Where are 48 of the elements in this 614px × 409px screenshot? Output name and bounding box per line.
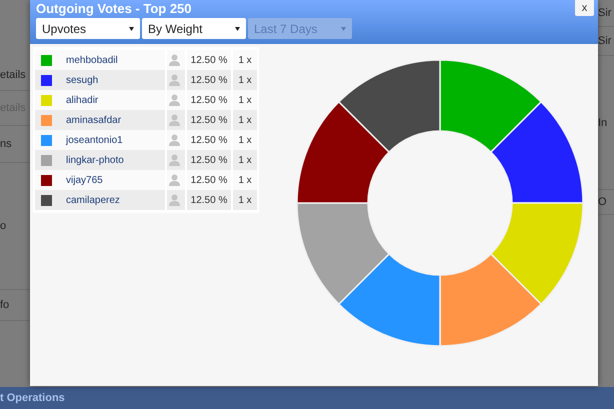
share-text: 12.50 %: [190, 94, 228, 106]
user-link[interactable]: vijay765: [66, 174, 103, 186]
user-link[interactable]: lingkar-photo: [66, 154, 124, 166]
background-label: o: [0, 220, 6, 232]
dropdown[interactable]: Upvotes: [36, 18, 140, 39]
user-link[interactable]: mehbobadil: [66, 54, 118, 66]
close-button[interactable]: x: [575, 0, 594, 16]
count-text: 1 x: [238, 74, 252, 86]
footer-title: t Operations: [0, 392, 65, 404]
count-text: 1 x: [238, 154, 252, 166]
share-text: 12.50 %: [190, 174, 228, 186]
background-label: Sir: [598, 7, 612, 19]
background-label: etails: [0, 69, 26, 81]
caret-icon: [129, 26, 134, 30]
user-icon: [169, 194, 180, 206]
user-icon: [169, 114, 180, 126]
share-text: 12.50 %: [190, 74, 228, 86]
user-link[interactable]: alihadir: [66, 94, 98, 106]
user-icon: [169, 54, 180, 66]
count-text: 1 x: [238, 54, 252, 66]
user-link[interactable]: sesugh: [66, 74, 98, 86]
share-text: 12.50 %: [190, 134, 228, 146]
user-icon: [169, 94, 180, 106]
background-label: Sir: [598, 35, 612, 47]
background-label: O: [598, 196, 607, 208]
share-text: 12.50 %: [190, 114, 228, 126]
user-icon: [169, 174, 180, 186]
user-icon: [169, 154, 180, 166]
dialog-title: Outgoing Votes - Top 250: [36, 1, 192, 16]
count-text: 1 x: [238, 194, 252, 206]
background-label: fo: [0, 299, 10, 311]
user-link[interactable]: aminasafdar: [66, 114, 122, 126]
caret-icon: [235, 26, 240, 30]
share-text: 12.50 %: [190, 154, 228, 166]
share-text: 12.50 %: [190, 194, 228, 206]
count-text: 1 x: [238, 174, 252, 186]
user-link[interactable]: camilaperez: [66, 194, 120, 206]
share-text: 12.50 %: [190, 54, 228, 66]
count-text: 1 x: [238, 114, 252, 126]
dropdown[interactable]: By Weight: [142, 18, 246, 39]
user-link[interactable]: joseantonio1: [66, 134, 123, 146]
count-text: 1 x: [238, 134, 252, 146]
user-icon: [169, 74, 180, 86]
caret-icon: [341, 26, 346, 30]
background-label: ns: [0, 138, 12, 150]
user-icon: [169, 134, 180, 146]
count-text: 1 x: [238, 94, 252, 106]
background-label: In: [598, 116, 608, 128]
